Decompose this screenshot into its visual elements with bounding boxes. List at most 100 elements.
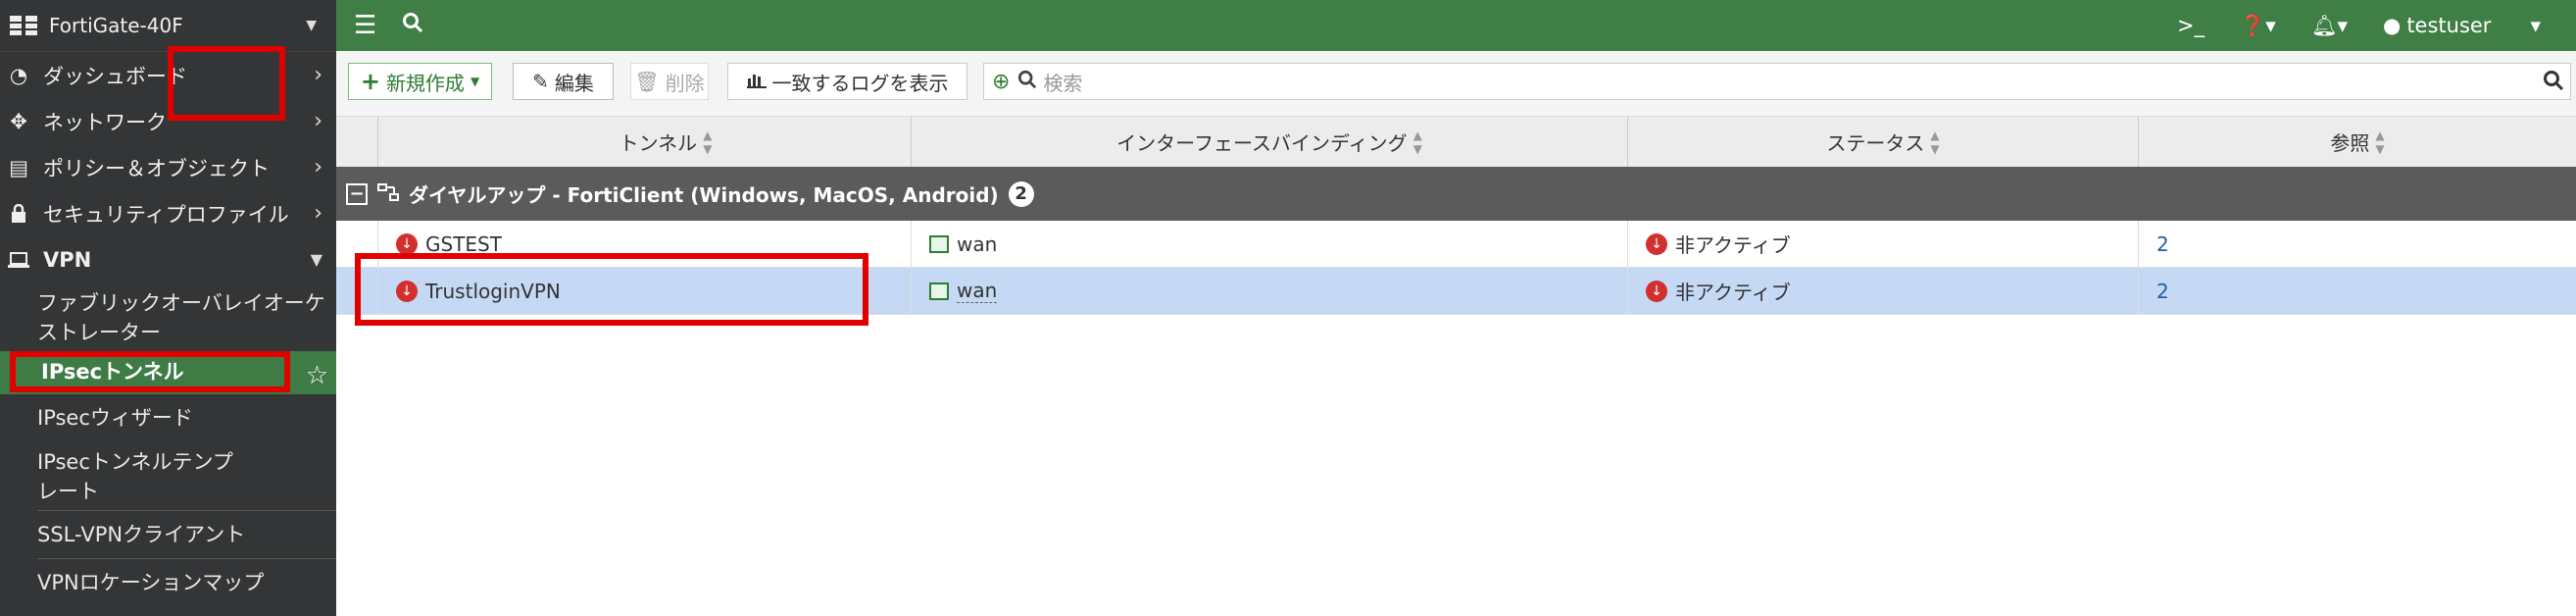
laptop-icon — [8, 249, 29, 271]
delete-button[interactable]: 🗑︎ 削除 — [630, 63, 709, 100]
policy-icon: ▤ — [9, 155, 28, 180]
sort-icon: ▲ ▼ — [1412, 128, 1422, 156]
menu-icon[interactable]: ☰ — [354, 11, 376, 40]
sidebar-item-vpn[interactable]: VPN ▼ — [0, 236, 336, 282]
sidebar-item-security-profiles[interactable]: セキュリティプロファイル › — [0, 190, 336, 236]
user-menu[interactable]: ● testuser ▾ — [2383, 14, 2541, 37]
delete-label: 削除 — [665, 71, 705, 95]
interface-port-icon — [929, 234, 949, 253]
help-icon[interactable]: ❓▾ — [2240, 14, 2276, 38]
device-selector[interactable]: FortiGate-40F ▼ — [0, 0, 336, 52]
references-link[interactable]: 2 — [2156, 280, 2169, 303]
chevron-right-icon: › — [314, 155, 322, 180]
sidebar-item-fabric-overlay[interactable]: ファブリックオーバレイオーケストレーター — [0, 282, 336, 351]
sidebar-item-label: SSL-VPNクライアント — [37, 523, 246, 546]
notification-bell-icon[interactable]: 🔔︎▾ — [2311, 14, 2348, 38]
status-down-icon: ↓ — [396, 232, 418, 255]
dashboard-icon: ◔ — [9, 63, 28, 87]
username: testuser — [2406, 14, 2492, 37]
chevron-right-icon: › — [314, 201, 322, 226]
sidebar-item-ssl-vpn-clients[interactable]: SSL-VPNクライアント — [0, 511, 336, 558]
column-header-label: トンネル — [619, 131, 698, 155]
interface-port-icon — [929, 282, 949, 300]
sidebar-item-label: IPsecトンネルテンプレート — [37, 450, 233, 503]
group-row-dialup[interactable]: − ダイヤルアップ - FortiClient (Windows, MacOS,… — [336, 167, 2576, 221]
select-column-header[interactable] — [336, 117, 377, 167]
sort-icon: ▲ ▼ — [2375, 128, 2385, 156]
sidebar-item-ipsec-tunnels[interactable]: IPsecトンネル ☆ — [0, 351, 336, 394]
create-new-button[interactable]: + 新規作成 ▼ — [348, 63, 492, 100]
search-submit-icon[interactable] — [2543, 70, 2564, 97]
edit-button-highlight — [168, 46, 285, 121]
top-bar: ☰ >_ ❓▾ 🔔︎▾ ● testuser ▾ — [336, 0, 2576, 51]
caret-down-icon: ▾ — [2530, 14, 2541, 37]
sidebar-item-ipsec-template[interactable]: IPsecトンネルテンプレート — [0, 441, 336, 510]
chevron-right-icon: › — [314, 109, 322, 133]
sidebar-item-label: IPsecウィザード — [37, 406, 193, 430]
sidebar-item-vpn-location-map[interactable]: VPNロケーションマップ — [0, 559, 336, 606]
interface-name: wan — [957, 279, 998, 303]
status-down-icon: ↓ — [1646, 232, 1667, 255]
lock-icon — [8, 203, 29, 225]
search-icon — [1017, 70, 1037, 94]
fortigate-logo-icon — [10, 16, 37, 35]
plus-icon: + — [360, 68, 380, 95]
search-bar[interactable]: ⊕ 検索 — [983, 63, 2571, 100]
create-new-label: 新規作成 — [385, 71, 465, 95]
caret-down-icon: ▼ — [306, 18, 317, 33]
chevron-right-icon: › — [314, 63, 322, 87]
dialup-group-icon — [377, 182, 399, 206]
status-down-icon: ↓ — [1646, 280, 1667, 302]
sidebar-item-label: VPNロケーションマップ — [37, 571, 265, 594]
cli-console-icon[interactable]: >_ — [2177, 14, 2204, 37]
status-text: 非アクティブ — [1675, 281, 1791, 304]
ipsec-tunnels-highlight: IPsecトンネル — [10, 351, 290, 392]
caret-down-icon: ▼ — [470, 75, 480, 88]
search-input[interactable]: 検索 — [1043, 68, 1082, 96]
edit-button[interactable]: ✎ 編集 — [513, 63, 614, 100]
sort-icon: ▲ ▼ — [703, 128, 713, 156]
sidebar-item-label: セキュリティプロファイル — [43, 202, 289, 227]
collapse-icon[interactable]: − — [346, 182, 368, 205]
sidebar-item-label: VPN — [43, 247, 92, 272]
edit-label: 編集 — [554, 71, 594, 95]
tunnel-name: GSTEST — [425, 231, 502, 256]
user-avatar-icon: ● — [2382, 14, 2402, 37]
column-header-label: インターフェースバインディング — [1116, 131, 1408, 155]
column-header-status[interactable]: ステータス ▲ ▼ — [1627, 117, 2138, 167]
status-cell: ↓ 非アクティブ — [1627, 268, 2138, 314]
device-name: FortiGate-40F — [49, 14, 183, 37]
add-filter-icon[interactable]: ⊕ — [992, 70, 1010, 94]
search-icon[interactable] — [402, 11, 423, 40]
interface-cell: wan — [911, 221, 1627, 267]
sidebar-item-policy-objects[interactable]: ▤ ポリシー＆オブジェクト › — [0, 144, 336, 190]
column-header-interface[interactable]: インターフェースバインディング ▲ ▼ — [911, 117, 1627, 167]
sidebar-item-label: ポリシー＆オブジェクト — [43, 156, 270, 180]
sidebar-item-label: ファブリックオーバレイオーケストレーター — [37, 291, 325, 344]
column-header-label: ステータス — [1826, 131, 1925, 155]
pencil-icon: ✎ — [532, 70, 549, 93]
sidebar-item-ipsec-wizard[interactable]: IPsecウィザード — [0, 394, 336, 441]
references-link[interactable]: 2 — [2156, 232, 2169, 256]
show-logs-label: 一致するログを表示 — [771, 71, 949, 95]
column-header-tunnel[interactable]: トンネル ▲ ▼ — [377, 117, 953, 167]
trash-icon: 🗑︎ — [634, 70, 660, 93]
bar-chart-icon — [746, 70, 767, 93]
table-header: トンネル ▲ ▼ インターフェースバインディング ▲ ▼ ステータス ▲ ▼ 参照 ▲… — [336, 117, 2576, 168]
references-cell: 2 — [2138, 268, 2576, 314]
interface-name: wan — [957, 231, 998, 256]
sort-icon: ▲ ▼ — [1930, 128, 1940, 156]
show-matching-logs-button[interactable]: 一致するログを表示 — [727, 63, 967, 100]
column-header-references[interactable]: 参照 ▲ ▼ — [2138, 117, 2576, 167]
chevron-down-icon: ▼ — [310, 250, 322, 269]
status-cell: ↓ 非アクティブ — [1627, 221, 2138, 267]
star-icon[interactable]: ☆ — [306, 361, 328, 390]
status-text: 非アクティブ — [1675, 233, 1791, 257]
group-label: ダイヤルアップ - FortiClient (Windows, MacOS, A… — [409, 183, 999, 207]
interface-cell: wan — [911, 268, 1627, 314]
references-cell: 2 — [2138, 221, 2576, 267]
group-count-badge: 2 — [1008, 180, 1034, 207]
tunnel-name-highlight — [355, 253, 868, 326]
sidebar-item-label: IPsecトンネル — [41, 360, 184, 384]
toolbar: + 新規作成 ▼ ✎ 編集 🗑︎ 削除 一致するログを表示 ⊕ 検索 — [336, 51, 2576, 117]
